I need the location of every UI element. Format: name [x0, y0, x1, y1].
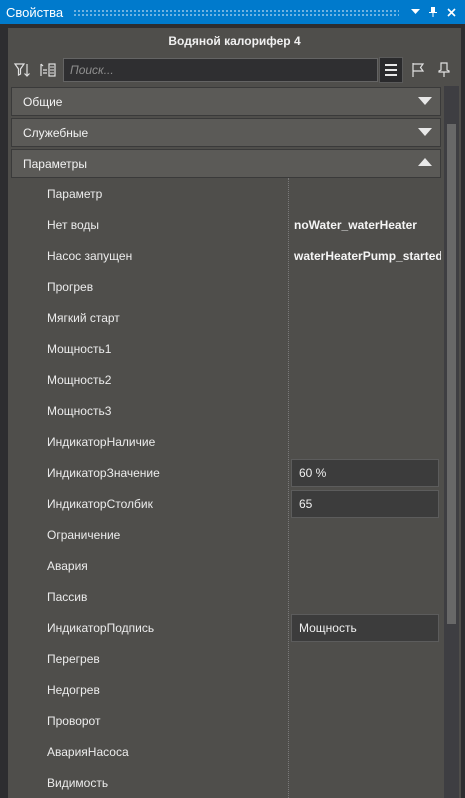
property-row[interactable]: ИндикаторНаличие	[11, 426, 441, 457]
property-name: ИндикаторНаличие	[47, 434, 156, 449]
property-name: Насос запущен	[47, 248, 133, 263]
drag-grip[interactable]	[73, 8, 399, 16]
property-row[interactable]: Мощность1	[11, 333, 441, 364]
chevron-down-icon	[418, 128, 432, 136]
property-name: Мягкий старт	[47, 310, 120, 325]
property-row[interactable]: ИндикаторСтолбик 65	[11, 488, 441, 519]
property-row[interactable]: Авария	[11, 550, 441, 581]
flag-icon	[412, 63, 425, 77]
pin-icon[interactable]	[425, 3, 441, 21]
pin-properties-button[interactable]	[432, 57, 456, 83]
sort-filter-icon	[13, 63, 30, 77]
scrollbar-thumb[interactable]	[447, 124, 456, 624]
property-row[interactable]: Ограничение	[11, 519, 441, 550]
properties-toolbar: Поиск...	[8, 55, 461, 85]
property-name: ИндикаторСтолбик	[47, 496, 153, 511]
dropdown-icon[interactable]	[407, 3, 423, 21]
property-row[interactable]: ИндикаторЗначение 60 %	[11, 457, 441, 488]
property-grid: Параметр Нет воды noWater_waterHeater На…	[11, 178, 441, 798]
list-icon	[385, 64, 397, 76]
sort-filter-button[interactable]	[10, 57, 34, 83]
property-name: Мощность2	[47, 372, 112, 387]
property-name: АварияНасоса	[47, 744, 129, 759]
property-name: Мощность1	[47, 341, 112, 356]
properties-panel: Водяной калорифер 4 Поиск... Общие Служе…	[8, 28, 461, 798]
events-button[interactable]	[406, 57, 430, 83]
property-row[interactable]: Нет воды noWater_waterHeater	[11, 209, 441, 240]
search-input[interactable]: Поиск...	[63, 58, 378, 82]
property-row[interactable]: Пассив	[11, 581, 441, 612]
property-row[interactable]: Недогрев	[11, 674, 441, 705]
vertical-scrollbar[interactable]	[444, 86, 459, 798]
property-name: Ограничение	[47, 527, 121, 542]
property-name: Нет воды	[47, 217, 100, 232]
chevron-up-icon	[418, 158, 432, 166]
property-row[interactable]: Мягкий старт	[11, 302, 441, 333]
property-row[interactable]: Перегрев	[11, 643, 441, 674]
window-title: Свойства	[6, 4, 64, 20]
property-name: Перегрев	[47, 651, 100, 666]
properties-frame: Водяной калорифер 4 Поиск... Общие Служе…	[0, 24, 465, 798]
property-name: Параметр	[47, 186, 103, 201]
object-title: Водяной калорифер 4	[168, 34, 301, 48]
property-row[interactable]: Насос запущен waterHeaterPump_started	[11, 240, 441, 271]
section-label: Общие	[23, 94, 63, 109]
property-name: ИндикаторПодпись	[47, 620, 155, 635]
property-row[interactable]: АварияНасоса	[11, 736, 441, 767]
property-name: Пассив	[47, 589, 88, 604]
section-general[interactable]: Общие	[11, 87, 441, 116]
property-row[interactable]: ИндикаторПодпись Мощность	[11, 612, 441, 643]
property-name: Недогрев	[47, 682, 100, 697]
property-value-field[interactable]: Мощность	[291, 614, 439, 642]
window-titlebar[interactable]: Свойства	[0, 0, 465, 24]
close-icon[interactable]	[443, 3, 459, 21]
section-parameters[interactable]: Параметры	[11, 149, 441, 178]
sort-button[interactable]	[36, 57, 60, 83]
property-value[interactable]: waterHeaterPump_started	[294, 240, 441, 271]
section-service[interactable]: Служебные	[11, 118, 441, 147]
sort-icon	[40, 63, 56, 77]
property-row[interactable]: Прогрев	[11, 271, 441, 302]
section-label: Служебные	[23, 125, 89, 140]
property-name: Мощность3	[47, 403, 112, 418]
chevron-down-icon	[418, 97, 432, 105]
property-name: Прогрев	[47, 279, 94, 294]
property-row[interactable]: Видимость	[11, 767, 441, 798]
section-label: Параметры	[23, 156, 87, 171]
property-value[interactable]: noWater_waterHeater	[294, 209, 417, 240]
property-value-field[interactable]: 60 %	[291, 459, 439, 487]
property-row[interactable]: Мощность2	[11, 364, 441, 395]
property-row[interactable]: Параметр	[11, 178, 441, 209]
property-value-field[interactable]: 65	[291, 490, 439, 518]
property-name: ИндикаторЗначение	[47, 465, 160, 480]
property-name: Проворот	[47, 713, 101, 728]
property-name: Видимость	[47, 775, 109, 790]
list-view-button[interactable]	[379, 57, 403, 83]
property-name: Авария	[47, 558, 88, 573]
property-row[interactable]: Проворот	[11, 705, 441, 736]
pushpin-icon	[438, 62, 450, 77]
property-row[interactable]: Мощность3	[11, 395, 441, 426]
